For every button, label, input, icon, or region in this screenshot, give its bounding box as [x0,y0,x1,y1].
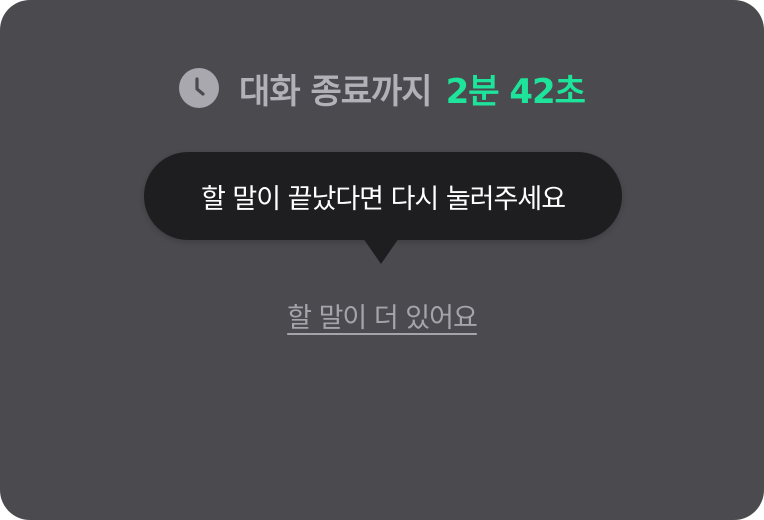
tooltip-arrow [363,238,399,264]
clock-icon [179,68,220,108]
timer-label: 대화 종료까지 [239,71,433,112]
timer-row: 대화 종료까지 2분 42초 [0,62,764,114]
more-to-say-link[interactable]: 할 말이 더 있어요 [0,296,764,335]
timer-remaining: 2분 42초 [445,71,586,112]
tooltip-text: 할 말이 끝났다면 다시 눌러주세요 [200,183,566,215]
hint-tooltip: 할 말이 끝났다면 다시 눌러주세요 [144,152,622,240]
conversation-end-panel: 대화 종료까지 2분 42초 할 말이 끝났다면 다시 눌러주세요 할 말이 더… [0,0,764,520]
